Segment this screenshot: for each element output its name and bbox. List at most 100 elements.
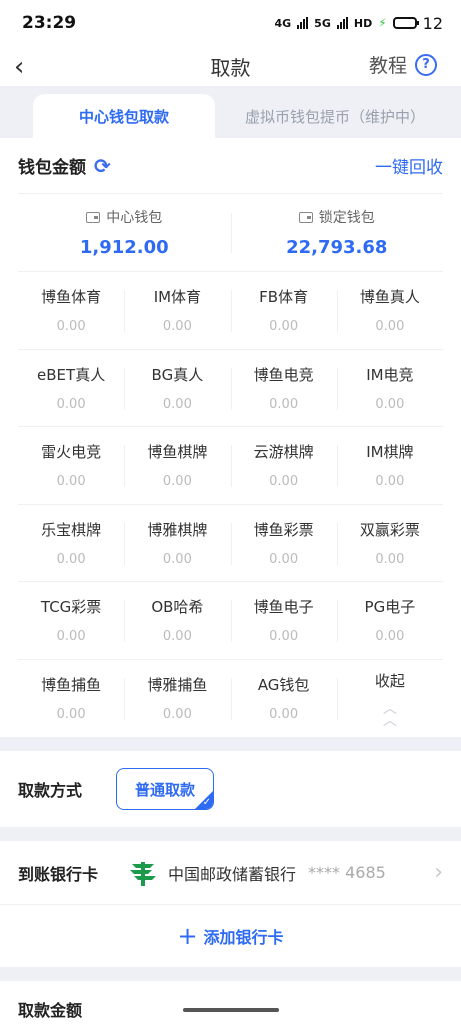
tab-center-wallet[interactable]: 中心钱包取款	[33, 94, 215, 138]
platform-item[interactable]: 博鱼电竞 0.00	[230, 350, 337, 427]
status-bar: 23:29 4G 5G HD ⚡ 12	[0, 0, 461, 46]
platform-item[interactable]: 博鱼彩票 0.00	[230, 505, 337, 582]
tab-crypto-wallet[interactable]: 虚拟币钱包提币（维护中）	[230, 94, 440, 138]
platform-balance: 0.00	[375, 396, 405, 412]
refresh-icon[interactable]: ⟳	[94, 154, 111, 178]
platform-item[interactable]: FB体育 0.00	[230, 272, 337, 350]
withdraw-amount-section: 取款金额	[0, 981, 461, 1024]
platform-balance: 0.00	[269, 707, 299, 723]
plus-icon: +	[177, 922, 198, 950]
locked-wallet: 锁定钱包 22,793.68	[230, 207, 444, 258]
platform-name: 双赢彩票	[359, 520, 420, 539]
collapse-label: 收起	[374, 671, 405, 690]
platform-item[interactable]: IM电竞 0.00	[336, 350, 443, 427]
platform-balance: 0.00	[269, 319, 299, 335]
back-icon[interactable]: ‹	[14, 52, 24, 82]
chevron-right-icon: ›	[434, 860, 443, 885]
platform-balance: 0.00	[375, 551, 405, 567]
center-wallet-label: 中心钱包	[106, 210, 163, 226]
platform-item[interactable]: 博鱼真人 0.00	[336, 272, 443, 350]
platform-balance: 0.00	[56, 629, 86, 645]
center-wallet-amount: 1,912.00	[79, 237, 169, 258]
question-icon: ?	[415, 53, 437, 76]
platform-name: OB哈希	[151, 598, 204, 617]
platform-item[interactable]: IM体育 0.00	[124, 272, 231, 350]
wallet-icon	[86, 211, 101, 223]
nav-bar: ‹ 取款 教程 ?	[0, 46, 461, 86]
withdraw-tabs: 中心钱包取款 虚拟币钱包提币（维护中）	[0, 86, 461, 138]
platform-item[interactable]: 博雅棋牌 0.00	[124, 505, 231, 582]
platform-item[interactable]: TCG彩票 0.00	[18, 582, 125, 660]
normal-withdraw-option[interactable]: 普通取款 ✓	[116, 768, 215, 810]
platform-name: 乐宝棋牌	[41, 520, 102, 539]
platform-balance: 0.00	[162, 474, 192, 490]
platform-item[interactable]: 博雅捕鱼 0.00	[124, 660, 230, 738]
platform-balance: 0.00	[375, 474, 405, 490]
help-label: 教程	[368, 55, 407, 77]
platform-item[interactable]: BG真人 0.00	[124, 350, 231, 427]
platform-balance: 0.00	[162, 551, 192, 567]
platform-balance: 0.00	[56, 396, 86, 412]
network-5g-label: 5G	[314, 16, 331, 30]
bank-card-row[interactable]: 到账银行卡 中国邮政储蓄银行 **** 4685 ›	[0, 841, 461, 905]
platform-name: eBET真人	[37, 365, 106, 384]
platform-name: PG电子	[364, 598, 416, 617]
bank-card-label: 到账银行卡	[18, 864, 99, 884]
platform-balance: 0.00	[375, 629, 405, 645]
home-indicator[interactable]	[182, 1008, 279, 1012]
platform-item[interactable]: 乐宝棋牌 0.00	[18, 505, 125, 582]
platform-item[interactable]: PG电子 0.00	[336, 582, 443, 660]
platform-name: TCG彩票	[40, 598, 102, 617]
platform-item[interactable]: 雷火电竞 0.00	[18, 427, 125, 505]
wallet-header: 钱包金额 ⟳ 一键回收	[18, 138, 443, 194]
help-button[interactable]: 教程 ?	[369, 51, 437, 78]
wallet-title: 钱包金额 ⟳	[18, 153, 111, 179]
withdraw-method-label: 取款方式	[18, 781, 83, 800]
platform-name: 博鱼电竞	[253, 365, 314, 384]
add-bank-card-button[interactable]: + 添加银行卡	[0, 905, 461, 967]
battery-icon	[392, 17, 419, 29]
platform-name: 博鱼捕鱼	[41, 676, 102, 695]
recycle-all-button[interactable]: 一键回收	[375, 153, 443, 178]
collapse-button[interactable]: 收起 ︿ ︿	[336, 660, 443, 738]
hd-label: HD	[353, 16, 373, 30]
platform-item[interactable]: 博鱼棋牌 0.00	[124, 427, 231, 505]
platform-wallet-grid: 博鱼体育 0.00 IM体育 0.00 FB体育 0.00 博鱼真人 0.00 eBET…	[18, 272, 443, 737]
platform-name: 雷火电竞	[41, 443, 102, 462]
platform-item[interactable]: 博鱼电子 0.00	[230, 582, 337, 660]
platform-balance: 0.00	[56, 319, 86, 335]
platform-name: 博鱼棋牌	[147, 443, 208, 462]
platform-item[interactable]: 云游棋牌 0.00	[230, 427, 337, 505]
platform-item[interactable]: 博鱼体育 0.00	[18, 272, 125, 350]
locked-wallet-name: 锁定钱包	[298, 207, 375, 227]
status-time: 23:29	[22, 13, 77, 33]
platform-item[interactable]: 双赢彩票 0.00	[336, 505, 443, 582]
platform-balance: 0.00	[56, 707, 86, 723]
platform-item[interactable]: 博鱼捕鱼 0.00	[18, 660, 124, 738]
bank-card-number: **** 4685	[308, 863, 386, 882]
signal-icon-2	[336, 17, 348, 29]
charging-icon: ⚡	[378, 16, 387, 30]
network-4g-label: 4G	[274, 16, 292, 30]
platform-item[interactable]: AG钱包 0.00	[230, 660, 337, 738]
platform-name: 博鱼彩票	[253, 520, 314, 539]
platform-item[interactable]: IM棋牌 0.00	[336, 427, 443, 505]
platform-balance: 0.00	[269, 474, 299, 490]
platform-balance: 0.00	[162, 707, 192, 723]
withdraw-amount-label: 取款金额	[18, 1001, 83, 1020]
platform-balance: 0.00	[269, 629, 299, 645]
platform-item[interactable]: OB哈希 0.00	[124, 582, 231, 660]
double-chevron-up-icon: ︿ ︿	[382, 700, 397, 729]
center-wallet: 中心钱包 1,912.00	[18, 207, 231, 258]
platform-name: 博雅棋牌	[147, 520, 208, 539]
platform-balance: 0.00	[56, 551, 86, 567]
platform-item[interactable]: eBET真人 0.00	[18, 350, 125, 427]
platform-name: 博鱼电子	[253, 598, 314, 617]
center-wallet-name: 中心钱包	[86, 207, 162, 227]
platform-name: BG真人	[151, 365, 204, 384]
platform-name: IM体育	[153, 288, 202, 307]
status-icons: 4G 5G HD ⚡ 12	[274, 14, 443, 33]
wallet-icon	[298, 211, 313, 223]
platform-name: IM电竞	[366, 365, 414, 384]
bank-name: 中国邮政储蓄银行	[168, 864, 297, 884]
